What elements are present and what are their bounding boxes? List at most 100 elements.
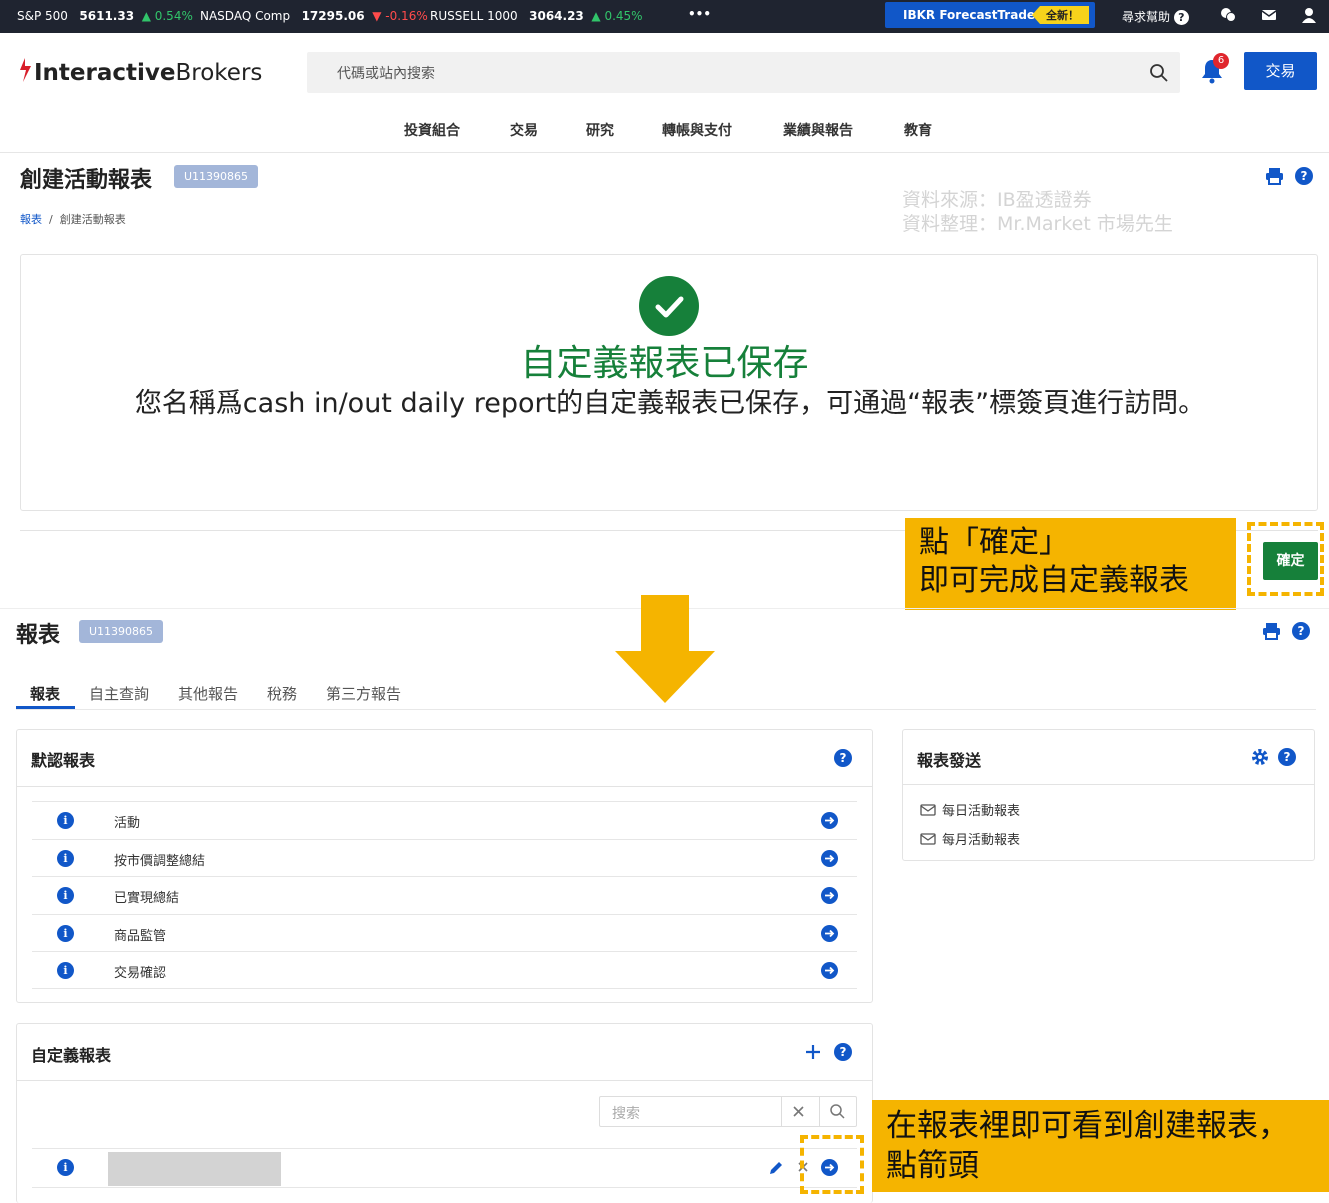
annotation-line: 點「確定」 <box>919 525 1069 560</box>
delivery-item-monthly[interactable]: 每月活動報表 <box>920 829 1020 848</box>
forecast-trader-button[interactable]: IBKR ForecastTrader 全新！ <box>885 2 1095 28</box>
global-search-input[interactable]: 代碼或站內搜索 <box>307 52 1180 93</box>
custom-report-search-input[interactable]: 搜索 <box>599 1096 857 1127</box>
tab-tax[interactable]: 稅務 <box>267 683 297 704</box>
tab-reports[interactable]: 報表 <box>30 683 60 704</box>
ticker-change: ▼ -0.16% <box>372 9 428 23</box>
checkmark-icon <box>639 276 699 336</box>
ticker-russell[interactable]: RUSSELL 1000 3064.23 ▲ 0.45% <box>430 9 643 23</box>
ticker-name: NASDAQ Comp <box>200 9 291 23</box>
delivery-label: 每月活動報表 <box>942 833 1021 848</box>
report-label: 已實現總結 <box>114 891 180 906</box>
report-row-trade-confirm[interactable]: i 交易確認 <box>32 951 857 989</box>
ticker-value: 5611.33 <box>79 9 135 23</box>
panel-divider <box>16 786 873 787</box>
ticker-change: ▲ 0.45% <box>591 9 643 23</box>
tab-self-query[interactable]: 自主查詢 <box>89 683 149 704</box>
clear-icon[interactable] <box>792 1105 805 1118</box>
arrow-right-icon[interactable] <box>821 925 838 942</box>
search-placeholder: 搜索 <box>612 1106 640 1122</box>
breadcrumb-current: 創建活動報表 <box>59 213 126 226</box>
info-icon[interactable]: i <box>57 1159 74 1176</box>
info-icon[interactable]: i <box>57 925 74 942</box>
info-icon[interactable]: i <box>57 887 74 904</box>
help-question-icon[interactable]: ? <box>1295 167 1313 185</box>
watermark: 資料來源：IB盈透證券 資料整理：Mr.Market 市場先生 <box>902 188 1173 236</box>
search-placeholder: 代碼或站內搜索 <box>337 66 435 82</box>
info-icon[interactable]: i <box>57 850 74 867</box>
ticker-name: RUSSELL 1000 <box>430 9 518 23</box>
page-title: 報表 <box>16 623 61 648</box>
ticker-more-button[interactable]: ••• <box>688 7 711 21</box>
envelope-icon <box>920 833 936 845</box>
breadcrumb-separator: / <box>49 213 53 226</box>
search-icon[interactable] <box>829 1103 846 1120</box>
watermark-author: 資料整理：Mr.Market 市場先生 <box>902 213 1173 235</box>
nav-education[interactable]: 教育 <box>904 120 932 140</box>
help-question-icon[interactable]: ? <box>834 749 852 767</box>
print-icon[interactable] <box>1265 167 1284 185</box>
row-divider <box>32 1148 857 1149</box>
help-question-icon[interactable]: ? <box>1278 748 1296 766</box>
ticker-nasdaq[interactable]: NASDAQ Comp 17295.06 ▼ -0.16% <box>200 9 428 23</box>
search-icon[interactable] <box>1149 63 1169 83</box>
breadcrumb-reports-link[interactable]: 報表 <box>20 213 42 226</box>
report-row-activity[interactable]: i 活動 <box>32 801 857 839</box>
gear-icon[interactable] <box>1251 748 1269 766</box>
report-row-commodity[interactable]: i 商品監管 <box>32 914 857 952</box>
help-label: 尋求幫助 <box>1122 10 1171 24</box>
logo-text: Brokers <box>175 60 263 86</box>
question-icon: ? <box>1173 10 1189 25</box>
help-question-icon[interactable]: ? <box>834 1043 852 1061</box>
account-badge: U11390865 <box>174 165 259 188</box>
tab-other-reports[interactable]: 其他報告 <box>178 683 238 704</box>
tab-third-party[interactable]: 第三方報告 <box>326 683 401 704</box>
confirm-button[interactable]: 確定 <box>1263 542 1318 580</box>
main-nav: 投資組合 交易 研究 轉帳與支付 業績與報告 教育 <box>0 120 1329 142</box>
panel-title: 默認報表 <box>31 751 96 770</box>
panel-divider <box>902 784 1315 785</box>
report-row-mtm[interactable]: i 按市價調整總結 <box>32 839 857 877</box>
search-separator <box>819 1097 820 1126</box>
trade-button[interactable]: 交易 <box>1244 52 1317 90</box>
breadcrumb: 報表 / 創建活動報表 <box>20 211 126 227</box>
info-icon[interactable]: i <box>57 962 74 979</box>
search-separator <box>781 1097 782 1126</box>
arrow-right-icon[interactable] <box>821 887 838 904</box>
arrow-right-icon[interactable] <box>821 850 838 867</box>
help-question-icon[interactable]: ? <box>1292 622 1310 640</box>
annotation-line: 即可完成自定義報表 <box>919 563 1189 598</box>
report-row-realized[interactable]: i 已實現總結 <box>32 876 857 914</box>
help-link[interactable]: 尋求幫助 ? <box>1122 8 1189 25</box>
nav-trade[interactable]: 交易 <box>510 120 538 140</box>
report-label: 交易確認 <box>114 966 167 981</box>
mail-icon[interactable] <box>1260 6 1278 24</box>
add-icon[interactable] <box>805 1044 821 1060</box>
info-icon[interactable]: i <box>57 812 74 829</box>
envelope-icon <box>920 804 936 816</box>
nav-portfolio[interactable]: 投資組合 <box>404 120 460 140</box>
report-tabs: 報表 自主查詢 其他報告 稅務 第三方報告 <box>16 683 1316 709</box>
nav-performance-reports[interactable]: 業績與報告 <box>783 120 853 140</box>
print-icon[interactable] <box>1262 622 1281 640</box>
user-icon[interactable] <box>1300 6 1318 24</box>
ib-logo-mark-icon <box>20 58 31 82</box>
ticker-sp500[interactable]: S&P 500 5611.33 ▲ 0.54% <box>17 9 193 23</box>
nav-transfer-pay[interactable]: 轉帳與支付 <box>662 120 732 140</box>
annotation-line: 在報表裡即可看到創建報表， <box>886 1108 1289 1144</box>
tabs-divider <box>16 709 1316 710</box>
ticker-name: S&P 500 <box>17 9 68 23</box>
chat-icon[interactable] <box>1219 6 1237 24</box>
arrow-right-icon[interactable] <box>821 962 838 979</box>
ib-logo[interactable]: InteractiveBrokers <box>16 56 262 86</box>
delivery-item-daily[interactable]: 每日活動報表 <box>920 800 1020 819</box>
annotation-confirm: 點「確定」 即可完成自定義報表 <box>905 518 1236 610</box>
report-label: 按市價調整總結 <box>114 854 206 869</box>
page-title: 創建活動報表 <box>20 168 153 193</box>
arrow-right-icon[interactable] <box>821 1159 838 1176</box>
annotation-line: 點箭頭 <box>886 1148 979 1184</box>
saved-heading: 自定義報表已保存 <box>520 343 809 384</box>
nav-research[interactable]: 研究 <box>586 120 614 140</box>
arrow-right-icon[interactable] <box>821 812 838 829</box>
edit-pencil-icon[interactable] <box>767 1159 785 1177</box>
